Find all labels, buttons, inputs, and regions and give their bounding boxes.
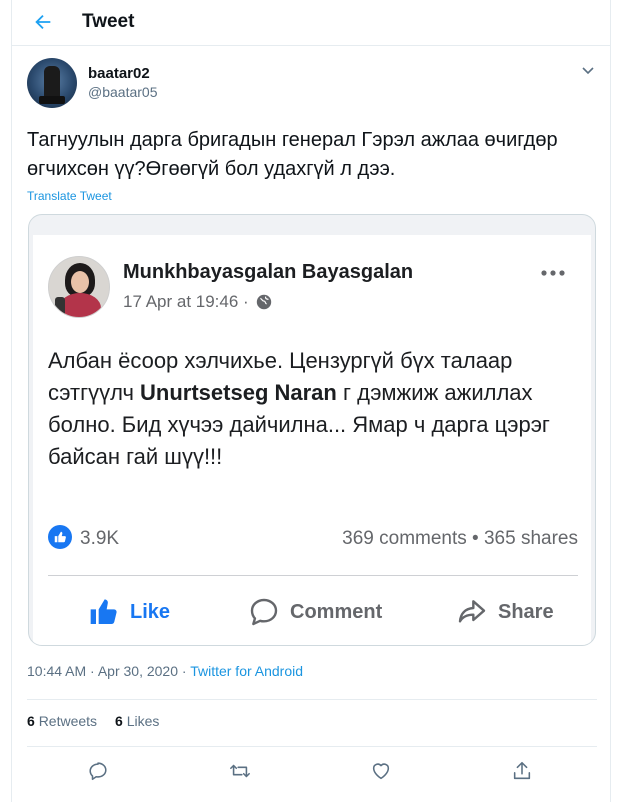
- heart-icon: [372, 763, 390, 780]
- divider: [27, 699, 597, 700]
- tweet-text: Тагнуулын дарга бригадын генерал Гэрэл а…: [27, 129, 558, 180]
- author-name[interactable]: baatar02: [88, 65, 150, 82]
- retweet-button[interactable]: [227, 758, 253, 784]
- comment-icon: [250, 598, 278, 626]
- author-handle: @baatar05: [88, 84, 158, 100]
- likes-stat[interactable]: 6 Likes: [115, 713, 159, 729]
- fb-avatar: [48, 256, 110, 318]
- back-arrow-icon: [35, 14, 51, 30]
- more-dots-icon: [538, 263, 568, 283]
- fb-post-meta: 17 Apr at 19:46 ·: [123, 292, 273, 312]
- tweet-source-link[interactable]: Twitter for Android: [190, 663, 303, 679]
- globe-icon: [256, 294, 271, 310]
- top-bar: Tweet: [12, 0, 610, 46]
- divider: [27, 746, 597, 747]
- share-icon: [513, 761, 531, 780]
- thumbs-up-icon: [90, 599, 117, 624]
- tweet-frame: Tweet baatar02 @baatar05 Тагнуулын дарга…: [11, 0, 611, 802]
- fb-comments-shares: 369 comments • 365 shares: [342, 528, 578, 549]
- fb-comment-button: Comment: [248, 590, 382, 634]
- reply-icon: [89, 762, 107, 781]
- avatar[interactable]: [27, 58, 77, 108]
- facebook-post-screenshot: Munkhbayasgalan Bayasgalan 17 Apr at 19:…: [33, 235, 591, 645]
- page-title: Tweet: [82, 11, 135, 32]
- tweet-stats: 6 Retweets 6 Likes: [27, 713, 159, 729]
- divider: [48, 575, 578, 576]
- fb-action-bar: Like Comment Share: [48, 590, 578, 640]
- fb-mention: Unurtsetseg Naran: [140, 380, 337, 405]
- fb-post-text: Албан ёсоор хэлчихье. Цензургүй бүх тала…: [48, 348, 550, 469]
- tweet-action-bar: [12, 758, 610, 788]
- retweets-stat[interactable]: 6 Retweets: [27, 713, 97, 729]
- share-button[interactable]: [509, 758, 535, 784]
- fb-like-button: Like: [88, 590, 170, 634]
- tweet-timestamp: 10:44 AM · Apr 30, 2020 · Twitter for An…: [27, 663, 304, 679]
- tweet-media-image[interactable]: Munkhbayasgalan Bayasgalan 17 Apr at 19:…: [28, 214, 596, 646]
- fb-share-button: Share: [456, 590, 554, 634]
- thumbs-up-icon: [48, 525, 72, 549]
- like-button[interactable]: [368, 758, 394, 784]
- retweet-icon: [230, 764, 250, 778]
- fb-reactions-bar: 3.9K 369 comments • 365 shares: [48, 525, 578, 555]
- fb-like-count: 3.9K: [80, 528, 120, 549]
- translate-tweet-link[interactable]: Translate Tweet: [27, 189, 112, 203]
- share-arrow-icon: [458, 600, 486, 623]
- back-button[interactable]: [28, 9, 58, 35]
- fb-author-name: Munkhbayasgalan Bayasgalan: [123, 261, 414, 283]
- fb-post-date: 17 Apr at 19:46 ·: [123, 292, 249, 311]
- more-options-button[interactable]: [580, 62, 596, 78]
- reply-button[interactable]: [85, 758, 111, 784]
- chevron-down-icon: [582, 67, 594, 75]
